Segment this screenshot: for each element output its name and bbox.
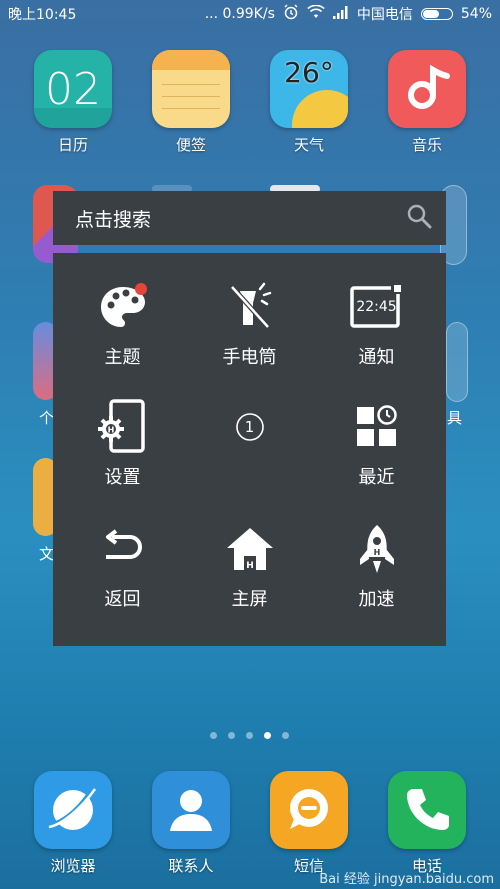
rocket-icon: H — [311, 521, 442, 577]
home-icon: H — [184, 521, 315, 577]
quick-menu-panel: 主题 手电筒 22:45 通知 H 设置 1 最近 返回 H 主屏 H 加速 — [53, 253, 446, 646]
net-speed: ... 0.99K/s — [204, 6, 275, 22]
menu-item-label: 手电筒 — [222, 347, 277, 368]
menu-item-notification[interactable]: 22:45 通知 — [311, 253, 442, 373]
wifi-icon — [307, 4, 325, 23]
page-indicator[interactable] — [210, 732, 289, 739]
app-label: 便签 — [175, 136, 206, 154]
settings-icon: H — [57, 399, 188, 455]
calendar-icon: 02 — [34, 50, 112, 128]
menu-item-badge[interactable]: 1 — [184, 373, 315, 493]
music-icon — [388, 50, 466, 128]
alarm-icon — [283, 4, 299, 24]
app-label: 日历 — [57, 136, 88, 154]
battery-percent: 54% — [460, 6, 492, 22]
number-badge-icon: 1 — [184, 399, 315, 455]
recent-icon — [311, 399, 442, 455]
svg-text:H: H — [246, 561, 254, 571]
app-label: 浏览器 — [50, 857, 96, 875]
menu-item-home[interactable]: H 主屏 — [184, 495, 315, 615]
app-contacts[interactable]: 联系人 — [151, 771, 231, 876]
contacts-icon — [152, 771, 230, 849]
app-music[interactable]: 音乐 — [387, 50, 467, 155]
sms-icon — [270, 771, 348, 849]
badge-number: 1 — [244, 418, 255, 436]
app-label: 音乐 — [411, 136, 442, 154]
status-time: 晚上10:45 — [8, 7, 77, 23]
notification-time: 22:45 — [356, 299, 397, 315]
flashlight-icon — [184, 279, 315, 335]
app-weather[interactable]: 26° 天气 — [269, 50, 349, 155]
app-phone[interactable]: 电话 — [387, 771, 467, 876]
signal-icon — [332, 5, 349, 23]
app-label: 天气 — [293, 136, 324, 154]
menu-item-flashlight[interactable]: 手电筒 — [184, 253, 315, 373]
watermark-text: Bai 经验 jingyan.baidu.com — [319, 872, 494, 887]
weather-temp: 26° — [284, 56, 334, 89]
battery-fill — [422, 10, 440, 18]
notes-icon — [152, 50, 230, 128]
page-dot[interactable] — [264, 732, 271, 739]
app-calendar[interactable]: 02 日历 — [33, 50, 113, 155]
app-label: 联系人 — [168, 857, 214, 875]
menu-item-boost[interactable]: H 加速 — [311, 495, 442, 615]
menu-item-label: 通知 — [358, 347, 395, 368]
search-icon[interactable] — [406, 203, 432, 234]
status-right-group: ... 0.99K/s 中国电信 54% — [205, 4, 492, 24]
menu-item-recent[interactable]: 最近 — [311, 373, 442, 493]
app-notes[interactable]: 便签 — [151, 50, 231, 155]
app-browser[interactable]: 浏览器 — [33, 771, 113, 876]
partial-app-label: 具 — [447, 409, 463, 427]
page-dot[interactable] — [228, 732, 235, 739]
notification-icon: 22:45 — [311, 279, 442, 335]
app-sms[interactable]: 短信 — [269, 771, 349, 876]
battery-icon — [420, 8, 453, 20]
carrier-name: 中国电信 — [356, 7, 413, 23]
calendar-date: 02 — [45, 64, 101, 115]
back-icon — [57, 521, 188, 577]
page-dot[interactable] — [246, 732, 253, 739]
menu-item-label: 最近 — [358, 467, 395, 488]
search-placeholder: 点击搜索 — [75, 208, 152, 231]
svg-text:H: H — [373, 548, 380, 557]
browser-icon — [34, 771, 112, 849]
page-dot[interactable] — [210, 732, 217, 739]
menu-item-theme[interactable]: 主题 — [57, 253, 188, 373]
menu-item-label: 主屏 — [231, 589, 268, 610]
phone-icon — [388, 771, 466, 849]
menu-item-back[interactable]: 返回 — [57, 495, 188, 615]
partial-app-label: 个 — [39, 409, 55, 427]
partial-folder-tile — [446, 322, 468, 402]
menu-item-label: 主题 — [104, 347, 141, 368]
partial-app-label: 文 — [39, 545, 55, 563]
weather-icon: 26° — [270, 50, 348, 128]
page-dot[interactable] — [282, 732, 289, 739]
search-bar[interactable]: 点击搜索 — [53, 191, 446, 245]
status-bar: 晚上10:45 ... 0.99K/s 中国电信 54% — [0, 0, 500, 28]
menu-item-label: 设置 — [104, 467, 141, 488]
menu-item-settings[interactable]: H 设置 — [57, 373, 188, 493]
menu-item-label: 返回 — [104, 589, 141, 610]
palette-icon — [57, 279, 188, 335]
svg-text:H: H — [107, 426, 114, 435]
menu-item-label: 加速 — [358, 589, 395, 610]
